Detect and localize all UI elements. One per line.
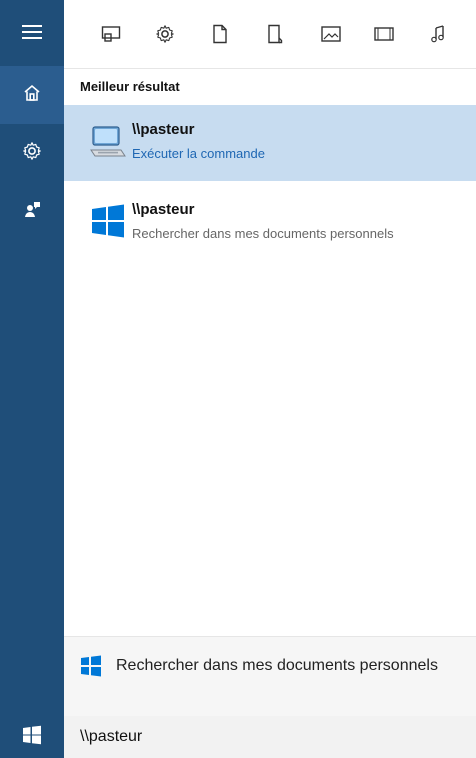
feedback-icon bbox=[22, 199, 42, 224]
search-my-documents-label: Rechercher dans mes documents personnels bbox=[116, 657, 438, 674]
feedback-button[interactable] bbox=[0, 182, 64, 240]
folder-icon bbox=[267, 24, 283, 49]
settings-button[interactable] bbox=[0, 124, 64, 182]
filter-bar bbox=[64, 0, 476, 69]
search-input[interactable] bbox=[80, 726, 460, 748]
home-button[interactable] bbox=[0, 66, 64, 124]
taskbar-search-bar bbox=[0, 716, 476, 758]
start-button[interactable] bbox=[0, 716, 64, 758]
settings-filter-button[interactable] bbox=[154, 24, 176, 49]
videos-icon bbox=[373, 25, 395, 48]
hamburger-icon bbox=[22, 24, 42, 44]
folders-filter-button[interactable] bbox=[264, 24, 286, 49]
settings-icon bbox=[155, 24, 175, 49]
document-search-result-item[interactable]: \\pasteur Rechercher dans mes documents … bbox=[64, 185, 476, 261]
search-my-documents-row[interactable]: Rechercher dans mes documents personnels bbox=[64, 636, 476, 717]
result-title: \\pasteur bbox=[132, 201, 195, 218]
photos-filter-button[interactable] bbox=[320, 25, 342, 47]
computer-icon bbox=[88, 121, 128, 161]
start-search-panel: Meilleur résultat \\pasteur Exécuter la … bbox=[0, 0, 476, 758]
music-icon bbox=[429, 24, 449, 49]
document-icon bbox=[212, 24, 228, 49]
windows-logo-icon bbox=[80, 655, 102, 682]
gear-icon bbox=[22, 141, 42, 166]
best-result-item[interactable]: \\pasteur Exécuter la commande bbox=[64, 105, 476, 181]
apps-filter-button[interactable] bbox=[100, 25, 122, 47]
videos-filter-button[interactable] bbox=[373, 25, 395, 47]
result-title: \\pasteur bbox=[132, 121, 195, 138]
home-icon bbox=[23, 84, 41, 107]
photos-icon bbox=[320, 25, 342, 48]
music-filter-button[interactable] bbox=[428, 24, 450, 49]
documents-filter-button[interactable] bbox=[209, 24, 231, 49]
result-subtitle: Rechercher dans mes documents personnels bbox=[132, 226, 394, 241]
apps-icon bbox=[101, 25, 121, 48]
best-result-heading: Meilleur résultat bbox=[80, 79, 180, 94]
windows-logo-icon bbox=[88, 201, 128, 241]
windows-logo-icon bbox=[22, 725, 42, 750]
hamburger-menu-button[interactable] bbox=[0, 8, 64, 60]
left-rail bbox=[0, 0, 64, 716]
result-subtitle: Exécuter la commande bbox=[132, 146, 265, 161]
